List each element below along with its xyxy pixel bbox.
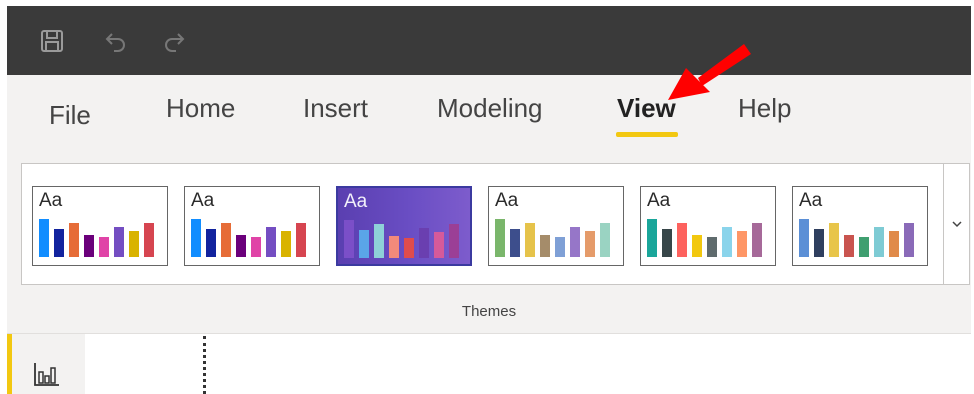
theme-color-bar — [114, 227, 124, 257]
theme-color-bar — [191, 219, 201, 257]
tab-home[interactable]: Home — [166, 93, 235, 124]
theme-swatch[interactable]: Aa — [488, 186, 624, 266]
theme-color-bar — [374, 224, 384, 258]
theme-color-bar — [904, 223, 914, 257]
theme-color-bar — [677, 223, 687, 257]
theme-color-bar — [799, 219, 809, 257]
theme-color-bar — [434, 232, 444, 258]
theme-color-bar — [495, 219, 505, 257]
theme-color-bar — [39, 219, 49, 257]
theme-swatch[interactable]: Aa — [792, 186, 928, 266]
theme-color-bar — [359, 230, 369, 258]
theme-swatch-selected[interactable]: Aa — [336, 186, 472, 266]
theme-swatch[interactable]: Aa — [184, 186, 320, 266]
themes-gallery: Aa Aa Aa Aa Aa Aa — [21, 163, 970, 285]
theme-color-bar — [221, 223, 231, 257]
theme-color-bar — [266, 227, 276, 257]
theme-color-bar — [722, 227, 732, 257]
theme-color-bar — [404, 238, 414, 258]
theme-color-bar — [737, 231, 747, 257]
theme-swatch[interactable]: Aa — [640, 186, 776, 266]
theme-color-bar — [662, 229, 672, 257]
redo-icon[interactable] — [159, 26, 189, 56]
theme-color-bar — [449, 224, 459, 258]
active-tab-indicator — [616, 132, 678, 137]
theme-color-bar — [144, 223, 154, 257]
theme-color-bar — [129, 231, 139, 257]
theme-color-bars — [191, 219, 306, 257]
theme-color-bar — [206, 229, 216, 257]
tab-insert[interactable]: Insert — [303, 93, 368, 124]
theme-color-bar — [814, 229, 824, 257]
theme-color-bar — [859, 237, 869, 257]
chevron-down-icon — [952, 221, 962, 228]
theme-color-bar — [600, 223, 610, 257]
theme-color-bar — [874, 227, 884, 257]
theme-swatch[interactable]: Aa — [32, 186, 168, 266]
theme-color-bar — [344, 220, 354, 258]
annotation-arrow-icon — [668, 44, 751, 100]
undo-icon[interactable] — [101, 26, 131, 56]
theme-color-bar — [829, 223, 839, 257]
theme-color-bar — [889, 231, 899, 257]
tab-file[interactable]: File — [49, 100, 91, 131]
theme-color-bar — [585, 231, 595, 257]
theme-color-bar — [555, 237, 565, 257]
theme-color-bar — [692, 235, 702, 257]
theme-color-bar — [251, 237, 261, 257]
theme-color-bar — [236, 235, 246, 257]
theme-color-bar — [419, 228, 429, 258]
theme-color-bar — [525, 223, 535, 257]
ribbon-bottom-border — [7, 333, 971, 334]
report-view-icon[interactable] — [33, 361, 61, 387]
theme-color-bar — [281, 231, 291, 257]
theme-color-bars — [39, 219, 154, 257]
theme-color-bar — [752, 223, 762, 257]
page-divider — [203, 336, 206, 394]
theme-color-bar — [510, 229, 520, 257]
tab-modeling[interactable]: Modeling — [437, 93, 543, 124]
theme-color-bar — [84, 235, 94, 257]
theme-color-bar — [647, 219, 657, 257]
theme-color-bar — [707, 237, 717, 257]
active-view-indicator — [7, 334, 12, 394]
theme-color-bar — [99, 237, 109, 257]
theme-color-bar — [540, 235, 550, 257]
themes-more-button[interactable] — [944, 164, 970, 284]
ribbon-panel: Aa Aa Aa Aa Aa Aa Themes — [7, 157, 971, 333]
theme-color-bars — [799, 219, 914, 257]
theme-color-bars — [344, 220, 459, 258]
themes-group-label: Themes — [461, 303, 517, 320]
theme-color-bar — [296, 223, 306, 257]
theme-color-bar — [570, 227, 580, 257]
title-bar — [7, 6, 971, 75]
ribbon-tabs: File Home Insert Modeling View Help — [7, 75, 971, 157]
save-icon[interactable] — [37, 26, 67, 56]
theme-color-bars — [647, 219, 762, 257]
theme-color-bar — [54, 229, 64, 257]
theme-color-bar — [844, 235, 854, 257]
theme-color-bars — [495, 219, 610, 257]
theme-color-bar — [389, 236, 399, 258]
theme-color-bar — [69, 223, 79, 257]
